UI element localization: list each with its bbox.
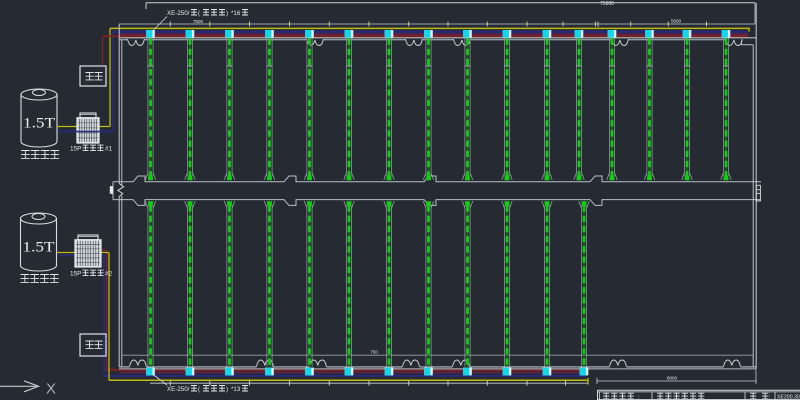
svg-text:*16: *16 <box>231 10 241 17</box>
svg-text:XE-250/: XE-250/ <box>167 386 190 393</box>
svg-text:8000: 8000 <box>667 376 678 381</box>
svg-text:15P: 15P <box>70 271 81 278</box>
svg-text:5600: 5600 <box>671 19 682 24</box>
svg-text:#1: #1 <box>105 146 113 153</box>
svg-text:1.5T: 1.5T <box>23 240 55 256</box>
svg-text:75600: 75600 <box>600 1 614 7</box>
svg-text:*13: *13 <box>231 386 241 393</box>
svg-text:7500: 7500 <box>193 19 204 24</box>
svg-text:1.5T: 1.5T <box>23 116 55 132</box>
svg-text:#2: #2 <box>105 271 113 278</box>
svg-text:750: 750 <box>370 350 378 355</box>
svg-text:15P: 15P <box>70 146 81 153</box>
svg-text:): ) <box>226 386 228 393</box>
svg-text:X: X <box>46 381 56 398</box>
svg-text:): ) <box>226 10 228 17</box>
svg-text:XE-250/: XE-250/ <box>167 10 190 17</box>
